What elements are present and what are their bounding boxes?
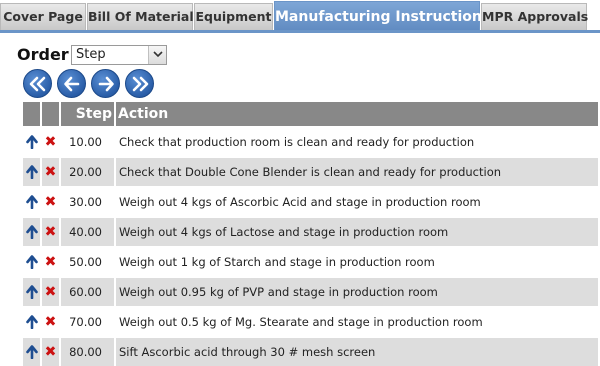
step-cell: 40.00 — [61, 218, 114, 246]
delete-row-button[interactable]: ✖ — [42, 278, 59, 306]
step-cell: 50.00 — [61, 248, 114, 276]
delete-x-icon: ✖ — [44, 344, 57, 360]
delete-x-icon: ✖ — [44, 164, 57, 180]
table-row: ✖ 80.00 Sift Ascorbic acid through 30 # me… — [23, 338, 598, 366]
previous-page-button[interactable] — [57, 69, 86, 98]
step-cell: 80.00 — [61, 338, 114, 366]
tab-manufacturing-instructions[interactable]: Manufacturing Instructions — [274, 1, 490, 33]
action-cell: Sift Ascorbic acid through 30 # mesh scr… — [116, 338, 598, 366]
arrow-up-icon — [25, 345, 38, 360]
step-cell: 70.00 — [61, 308, 114, 336]
delete-row-button[interactable]: ✖ — [42, 338, 59, 366]
chevron-down-icon — [148, 46, 166, 64]
table-header-row: Step Action — [23, 102, 598, 126]
table-row: ✖ 40.00 Weigh out 4 kgs of Lactose and sta… — [23, 218, 598, 246]
header-step: Step — [61, 102, 114, 126]
instructions-table: Step Action ✖ 10.00 Check that production … — [21, 100, 600, 366]
delete-row-button[interactable]: ✖ — [42, 158, 59, 186]
tab-equipment[interactable]: Equipment — [194, 3, 273, 30]
arrow-up-icon — [25, 255, 38, 270]
action-cell: Weigh out 4 kgs of Lactose and stage in … — [116, 218, 598, 246]
step-cell: 60.00 — [61, 278, 114, 306]
arrow-up-icon — [25, 165, 38, 180]
tab-mpr-approvals[interactable]: MPR Approvals — [481, 3, 588, 30]
move-up-button[interactable] — [23, 338, 40, 366]
move-up-button[interactable] — [23, 158, 40, 186]
order-label: Order — [17, 45, 69, 64]
arrow-up-icon — [25, 135, 38, 150]
action-cell: Weigh out 0.5 kg of Mg. Stearate and sta… — [116, 308, 598, 336]
table-row: ✖ 50.00 Weigh out 1 kg of Starch and stage… — [23, 248, 598, 276]
delete-x-icon: ✖ — [44, 194, 57, 210]
table-row: ✖ 10.00 Check that production room is clea… — [23, 128, 598, 156]
arrow-up-icon — [25, 195, 38, 210]
first-page-icon — [29, 76, 46, 92]
tab-bill-of-materials[interactable]: Bill Of Materials — [87, 3, 201, 30]
next-page-icon — [98, 76, 114, 92]
previous-page-icon — [64, 76, 80, 92]
table-row: ✖ 30.00 Weigh out 4 kgs of Ascorbic Acid a… — [23, 188, 598, 216]
move-up-button[interactable] — [23, 308, 40, 336]
step-cell: 10.00 — [61, 128, 114, 156]
header-move — [23, 102, 40, 126]
move-up-button[interactable] — [23, 188, 40, 216]
table-row: ✖ 60.00 Weigh out 0.95 kg of PVP and stage… — [23, 278, 598, 306]
action-cell: Weigh out 1 kg of Starch and stage in pr… — [116, 248, 598, 276]
arrow-up-icon — [25, 315, 38, 330]
last-page-button[interactable] — [125, 69, 154, 98]
action-cell: Weigh out 4 kgs of Ascorbic Acid and sta… — [116, 188, 598, 216]
move-up-button[interactable] — [23, 128, 40, 156]
arrow-up-icon — [25, 285, 38, 300]
delete-row-button[interactable]: ✖ — [42, 248, 59, 276]
delete-x-icon: ✖ — [44, 284, 57, 300]
order-select[interactable]: Step — [71, 45, 167, 65]
action-cell: Check that Double Cone Blender is clean … — [116, 158, 598, 186]
delete-x-icon: ✖ — [44, 134, 57, 150]
step-cell: 20.00 — [61, 158, 114, 186]
delete-x-icon: ✖ — [44, 314, 57, 330]
move-up-button[interactable] — [23, 218, 40, 246]
action-cell: Weigh out 0.95 kg of PVP and stage in pr… — [116, 278, 598, 306]
instructions-panel: Order Step Step Action ✖ 10.00 Check tha… — [11, 33, 600, 366]
header-delete — [42, 102, 59, 126]
action-cell: Check that production room is clean and … — [116, 128, 598, 156]
move-up-button[interactable] — [23, 248, 40, 276]
step-cell: 30.00 — [61, 188, 114, 216]
delete-x-icon: ✖ — [44, 254, 57, 270]
table-row: ✖ 20.00 Check that Double Cone Blender is … — [23, 158, 598, 186]
delete-row-button[interactable]: ✖ — [42, 308, 59, 336]
last-page-icon — [132, 76, 149, 92]
delete-row-button[interactable]: ✖ — [42, 188, 59, 216]
tab-cover-page[interactable]: Cover Page — [0, 3, 86, 30]
arrow-up-icon — [25, 225, 38, 240]
table-row: ✖ 70.00 Weigh out 0.5 kg of Mg. Stearate a… — [23, 308, 598, 336]
delete-row-button[interactable]: ✖ — [42, 128, 59, 156]
first-page-button[interactable] — [23, 69, 52, 98]
delete-x-icon: ✖ — [44, 224, 57, 240]
header-action: Action — [116, 102, 598, 126]
tab-bar: Cover Page Bill Of Materials Equipment M… — [0, 0, 600, 33]
order-select-value: Step — [76, 47, 106, 62]
next-page-button[interactable] — [91, 69, 120, 98]
delete-row-button[interactable]: ✖ — [42, 218, 59, 246]
move-up-button[interactable] — [23, 278, 40, 306]
